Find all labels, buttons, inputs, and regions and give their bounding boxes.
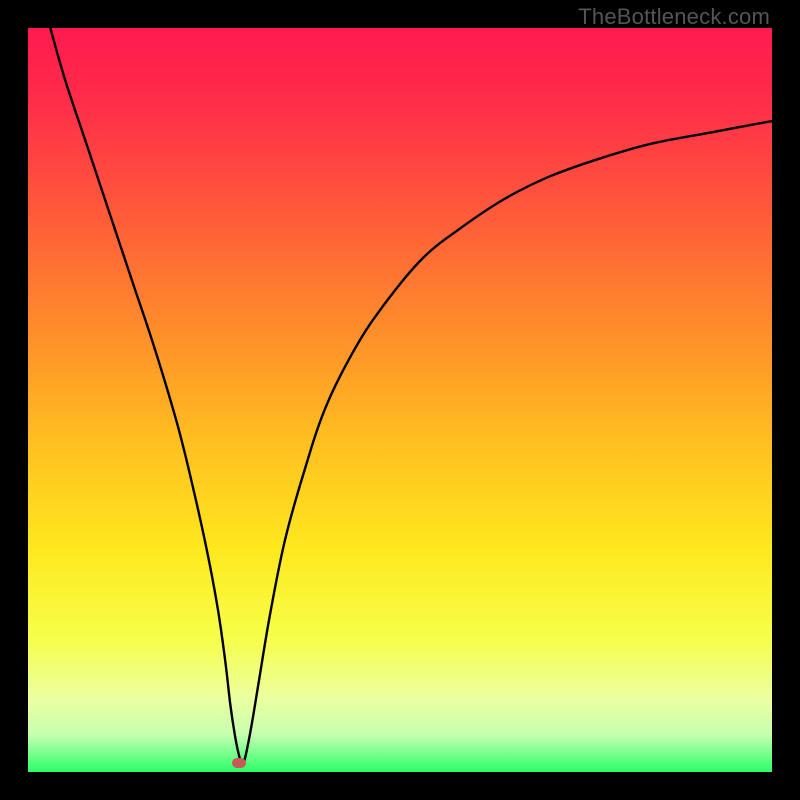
- plot-area: [28, 28, 772, 772]
- bottleneck-curve: [28, 28, 772, 772]
- chart-frame: TheBottleneck.com: [0, 0, 800, 800]
- watermark-text: TheBottleneck.com: [578, 4, 770, 30]
- min-point-marker: [232, 758, 246, 768]
